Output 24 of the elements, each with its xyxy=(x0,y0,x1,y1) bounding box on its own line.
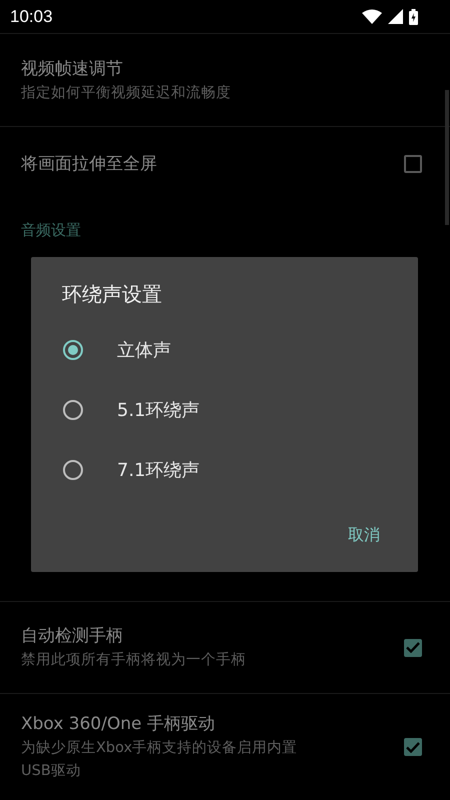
setting-title: 将画面拉伸至全屏 xyxy=(21,152,158,174)
setting-summary: 禁用此项所有手柄将视为一个手柄 xyxy=(21,650,247,670)
setting-summary: 为缺少原生Xbox手柄支持的设备启用内置 xyxy=(21,738,298,758)
radio-option[interactable]: 7.1环绕声 xyxy=(31,440,418,500)
checkbox[interactable] xyxy=(404,154,422,172)
setting-title: Xbox 360/One 手柄驱动 xyxy=(21,713,216,735)
radio-icon[interactable] xyxy=(63,400,83,420)
setting-title: 自动检测手柄 xyxy=(21,625,124,647)
checkbox[interactable] xyxy=(404,738,422,756)
section-header: 音频设置 xyxy=(21,221,81,240)
status-time: 10:03 xyxy=(10,6,53,26)
setting-summary: 指定如何平衡视频延迟和流畅度 xyxy=(21,84,232,102)
cancel-button[interactable]: 取消 xyxy=(334,519,394,552)
radio-icon[interactable] xyxy=(63,460,83,480)
signal-icon xyxy=(388,9,403,24)
setting-summary: USB驱动 xyxy=(21,762,82,781)
radio-icon[interactable] xyxy=(63,340,83,360)
radio-option[interactable]: 5.1环绕声 xyxy=(31,380,418,440)
wifi-icon xyxy=(362,9,382,24)
dialog-title: 环绕声设置 xyxy=(62,281,163,308)
radio-option[interactable]: 立体声 xyxy=(31,320,418,380)
battery-icon xyxy=(409,8,418,24)
checkbox[interactable] xyxy=(404,638,422,656)
setting-title: 视频帧速调节 xyxy=(21,58,124,80)
